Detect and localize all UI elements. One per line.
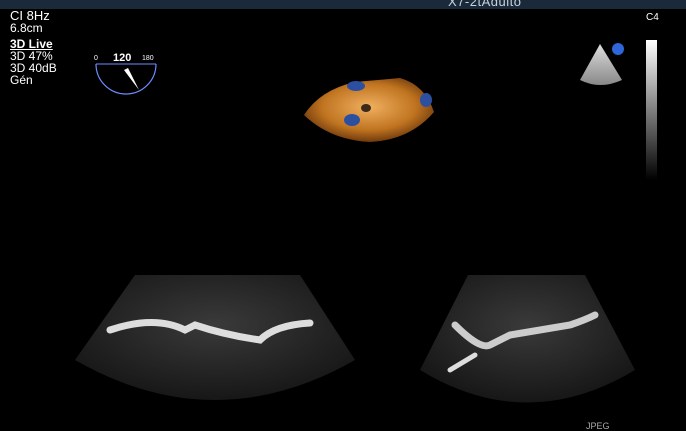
- acquisition-settings: CI 8Hz 6.8cm 3D Live 3D 47% 3D 40dB Gén: [10, 9, 57, 87]
- 2d-sector-right: [420, 275, 635, 403]
- angle-value: 120: [113, 52, 131, 64]
- depth-label: 6.8cm: [10, 21, 43, 35]
- angle-min: 0: [94, 55, 98, 62]
- probe-angle-dial: 0 120 180: [94, 52, 157, 95]
- freq-mode-label: Gén: [10, 73, 33, 87]
- probe-title: X7-2tAdulto: [448, 0, 522, 9]
- grayscale-bar: [646, 40, 657, 180]
- top-bar: X7-2tAdulto: [0, 0, 686, 9]
- orientation-cone-icon: [580, 43, 624, 85]
- 3d-render-volume: [304, 78, 434, 142]
- 2d-sector-left: [75, 275, 355, 400]
- angle-max: 180: [142, 55, 154, 62]
- corner-label: C4: [646, 12, 659, 23]
- orientation-dot-icon: [612, 43, 624, 55]
- probe-angle-needle: [124, 68, 139, 90]
